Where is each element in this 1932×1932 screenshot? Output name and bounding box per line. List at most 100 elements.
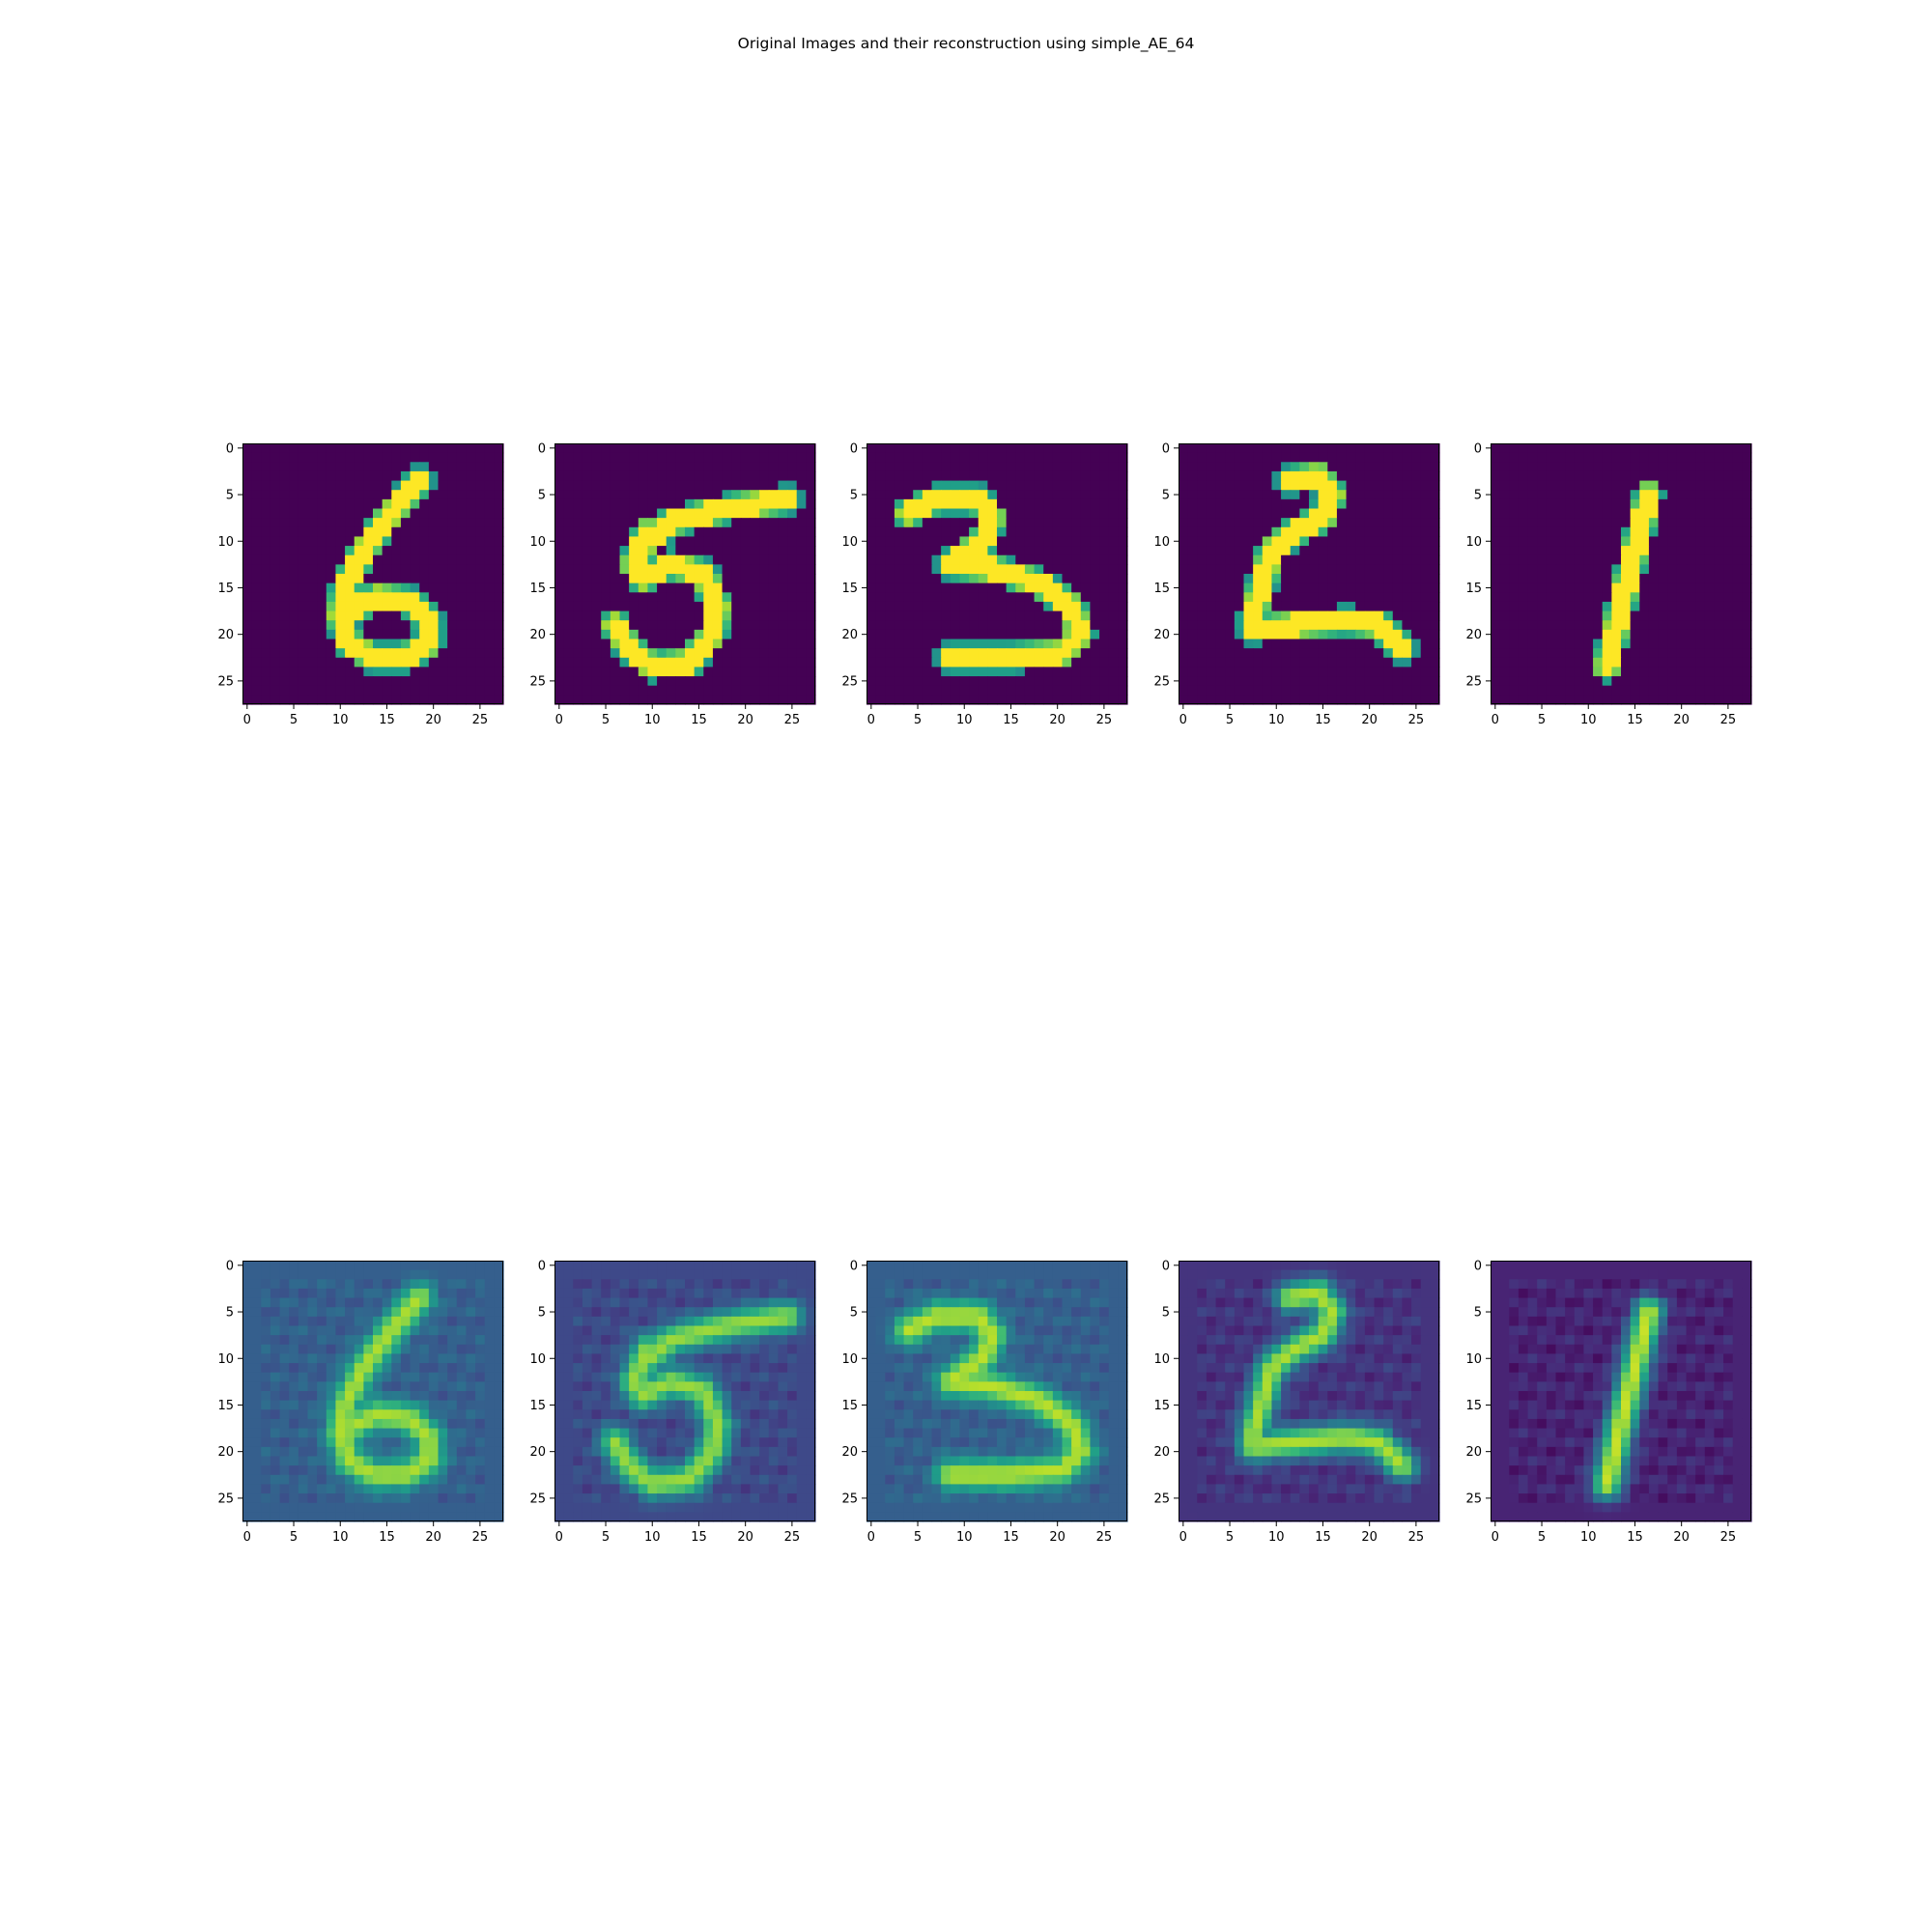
pixel: [1546, 480, 1557, 491]
pixel: [1695, 648, 1706, 659]
pixel: [1262, 685, 1273, 696]
pixel: [1723, 667, 1734, 677]
pixel-grid: [242, 443, 504, 705]
pixel: [466, 1446, 476, 1458]
pixel: [1179, 490, 1189, 500]
pixel: [354, 648, 364, 659]
pixel: [703, 480, 714, 491]
pixel: [382, 629, 392, 640]
pixel: [298, 1269, 309, 1280]
y-tick-label: 15: [1465, 582, 1482, 596]
pixel: [438, 498, 448, 510]
pixel: [601, 564, 611, 575]
x-tick-label: 25: [1408, 713, 1425, 727]
pixel: [1499, 564, 1510, 575]
pixel: [722, 620, 732, 631]
pixel: [1015, 639, 1026, 649]
pixel: [279, 1288, 290, 1299]
pixel: [1215, 508, 1226, 519]
pixel: [1024, 601, 1036, 612]
pixel: [694, 526, 704, 538]
pixel: [1215, 685, 1226, 696]
pixel-grid: [242, 1261, 504, 1522]
pixel: [373, 1279, 384, 1290]
pixel: [666, 639, 676, 649]
pixel: [419, 1465, 430, 1476]
pixel: [307, 1344, 318, 1355]
pixel: [554, 443, 565, 454]
pixel: [694, 452, 704, 463]
pixel: [345, 592, 355, 603]
pixel: [1411, 639, 1422, 649]
pixel: [1639, 601, 1650, 612]
pixel: [345, 443, 355, 454]
pixel: [373, 452, 384, 463]
x-tick-label: 15: [1315, 713, 1331, 727]
pixel: [703, 574, 714, 584]
pixel: [419, 582, 430, 593]
pixel: [894, 490, 905, 500]
pixel: [987, 676, 998, 687]
pixel: [554, 526, 565, 538]
pixel: [1197, 526, 1208, 538]
pixel: [675, 657, 686, 668]
pixel: [778, 536, 788, 547]
pixel: [582, 601, 593, 612]
pixel: [447, 685, 458, 696]
pixel: [1327, 526, 1338, 538]
pixel: [694, 676, 704, 687]
pixel: [1491, 452, 1501, 463]
pixel: [647, 546, 658, 556]
pixel: [289, 1307, 299, 1318]
pixel: [885, 574, 895, 584]
pixel: [1108, 536, 1119, 547]
pixel: [447, 592, 458, 603]
pixel: [740, 685, 752, 696]
pixel: [466, 685, 476, 696]
pixel: [1565, 452, 1576, 463]
pixel: [279, 601, 290, 612]
pixel: [1090, 564, 1100, 575]
pixel: [903, 462, 914, 472]
pixel: [1206, 452, 1217, 463]
pixel: [950, 611, 961, 621]
pixel: [1215, 639, 1226, 649]
pixel: [638, 443, 649, 454]
pixel: [270, 452, 281, 463]
pixel: [1099, 480, 1110, 491]
pixel: [591, 470, 602, 482]
pixel: [428, 620, 440, 631]
pixel: [307, 1418, 318, 1430]
pixel: [307, 1325, 318, 1336]
x-tick-label: 25: [472, 713, 489, 727]
pixel: [1593, 564, 1604, 575]
x-tick-label: 0: [243, 713, 251, 727]
pixel: [629, 480, 639, 491]
pixel: [1052, 685, 1064, 696]
pixel: [969, 574, 980, 584]
pixel: [251, 1381, 262, 1392]
pixel: [419, 629, 430, 640]
pixel: [941, 601, 952, 612]
pixel: [778, 620, 788, 631]
pixel: [787, 490, 798, 500]
pixel: [438, 1502, 448, 1513]
pixel: [1648, 443, 1660, 454]
pixel: [1714, 685, 1724, 696]
pixel: [1383, 620, 1394, 631]
pixel: [1253, 629, 1264, 640]
pixel: [768, 536, 780, 547]
y-tick-label: 5: [538, 489, 546, 503]
pixel: [1593, 480, 1604, 491]
pixel: [1537, 639, 1548, 649]
pixel: [391, 657, 402, 668]
pixel: [289, 611, 299, 621]
pixel: [582, 470, 593, 482]
pixel: [475, 1297, 486, 1308]
pixel: [326, 1307, 337, 1318]
pixel: [913, 480, 923, 491]
pixel: [1318, 667, 1328, 677]
pixel: [675, 611, 686, 621]
pixel: [1271, 648, 1282, 659]
pixel: [1071, 611, 1082, 621]
